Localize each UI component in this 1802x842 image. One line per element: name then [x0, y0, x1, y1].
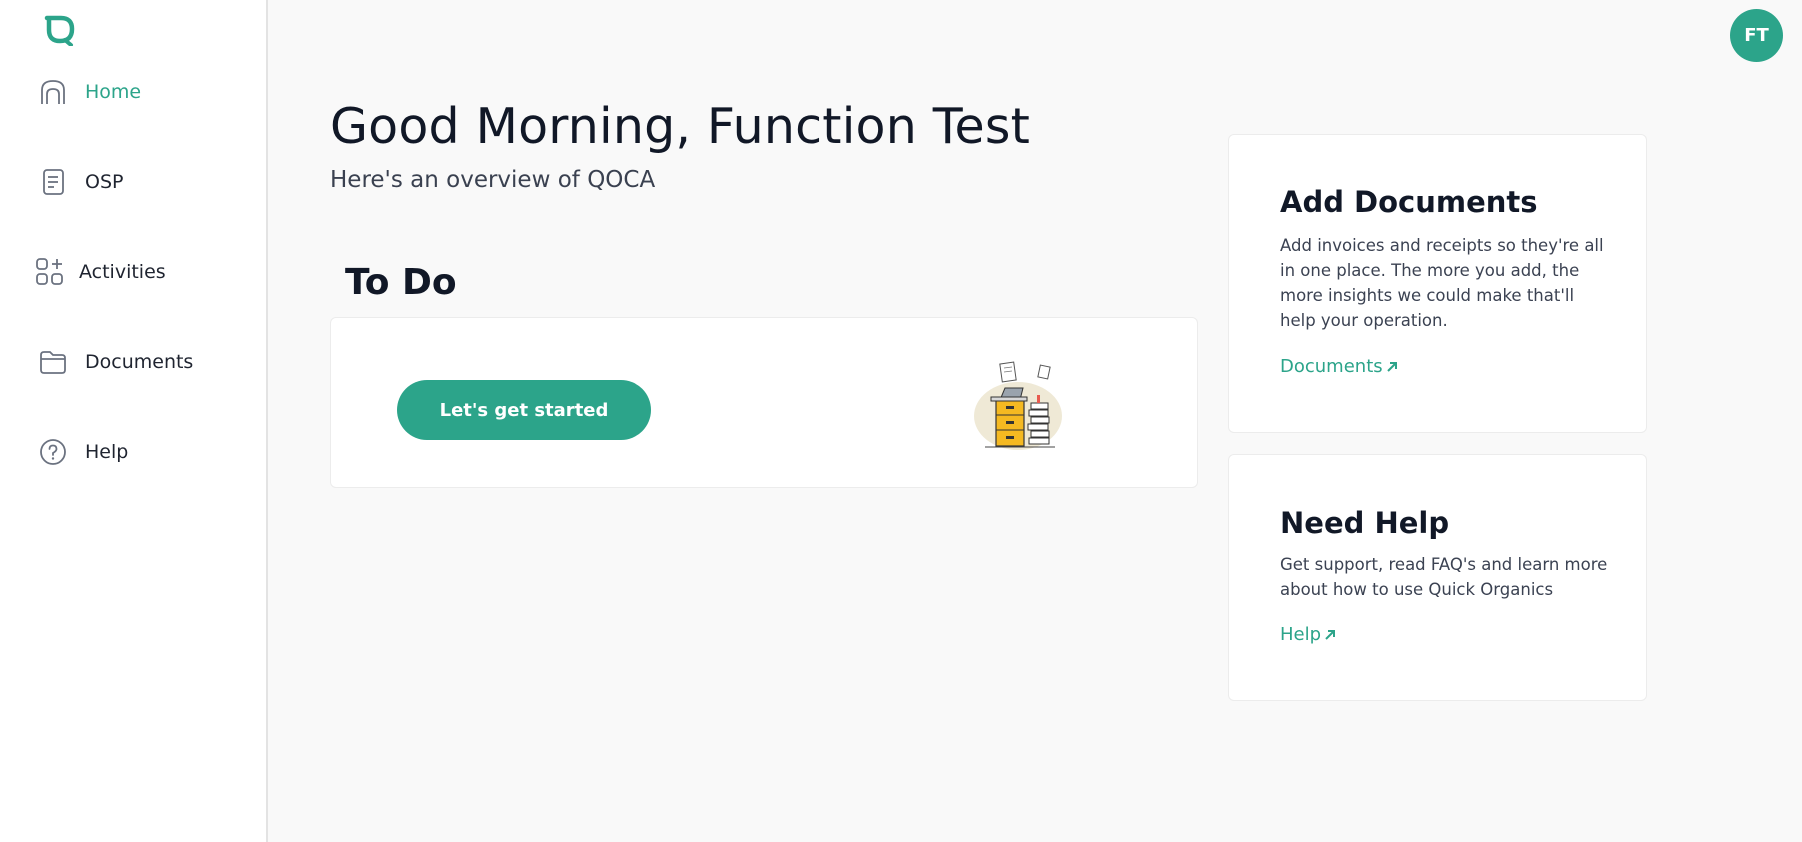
- link-label: Help: [1280, 624, 1322, 645]
- card-title: Add Documents: [1280, 185, 1538, 219]
- card-title: Need Help: [1280, 506, 1450, 540]
- sidebar-item-home[interactable]: Home: [38, 74, 141, 110]
- sidebar-item-label: Activities: [79, 261, 166, 283]
- app-logo-icon[interactable]: [43, 14, 77, 47]
- sidebar-item-label: OSP: [85, 171, 124, 193]
- page-subtitle: Here's an overview of QOCA: [330, 167, 656, 193]
- add-documents-card: Add Documents Add invoices and receipts …: [1228, 134, 1647, 433]
- help-circle-icon: [38, 437, 68, 467]
- user-avatar[interactable]: FT: [1730, 9, 1783, 62]
- sidebar-item-osp[interactable]: OSP: [38, 164, 123, 200]
- grid-plus-icon: [32, 257, 68, 287]
- sidebar-item-label: Documents: [85, 351, 194, 373]
- sidebar: Home OSP Activities Documents Help: [0, 0, 268, 842]
- sidebar-item-activities[interactable]: Activities: [36, 254, 166, 290]
- get-started-button[interactable]: Let's get started: [397, 380, 651, 440]
- card-description: Add invoices and receipts so they're all…: [1280, 236, 1604, 330]
- sidebar-item-label: Help: [85, 441, 129, 463]
- todo-heading: To Do: [345, 262, 457, 303]
- card-description: Get support, read FAQ's and learn more a…: [1280, 555, 1608, 599]
- todo-card: Let's get started: [330, 317, 1198, 488]
- documents-link[interactable]: Documents: [1280, 356, 1399, 377]
- sidebar-item-label: Home: [85, 81, 142, 103]
- sidebar-item-documents[interactable]: Documents: [38, 344, 193, 380]
- folder-icon: [38, 347, 68, 377]
- document-list-icon: [38, 167, 68, 197]
- page-title: Good Morning, Function Test: [330, 98, 1031, 155]
- sidebar-item-help[interactable]: Help: [38, 434, 128, 470]
- external-arrow-icon: [1325, 630, 1336, 640]
- home-icon: [38, 77, 68, 107]
- need-help-card: Need Help Get support, read FAQ's and le…: [1228, 454, 1647, 701]
- office-illustration: [971, 360, 1071, 452]
- external-arrow-icon: [1386, 362, 1397, 372]
- help-link[interactable]: Help: [1280, 624, 1337, 645]
- link-label: Documents: [1280, 356, 1383, 377]
